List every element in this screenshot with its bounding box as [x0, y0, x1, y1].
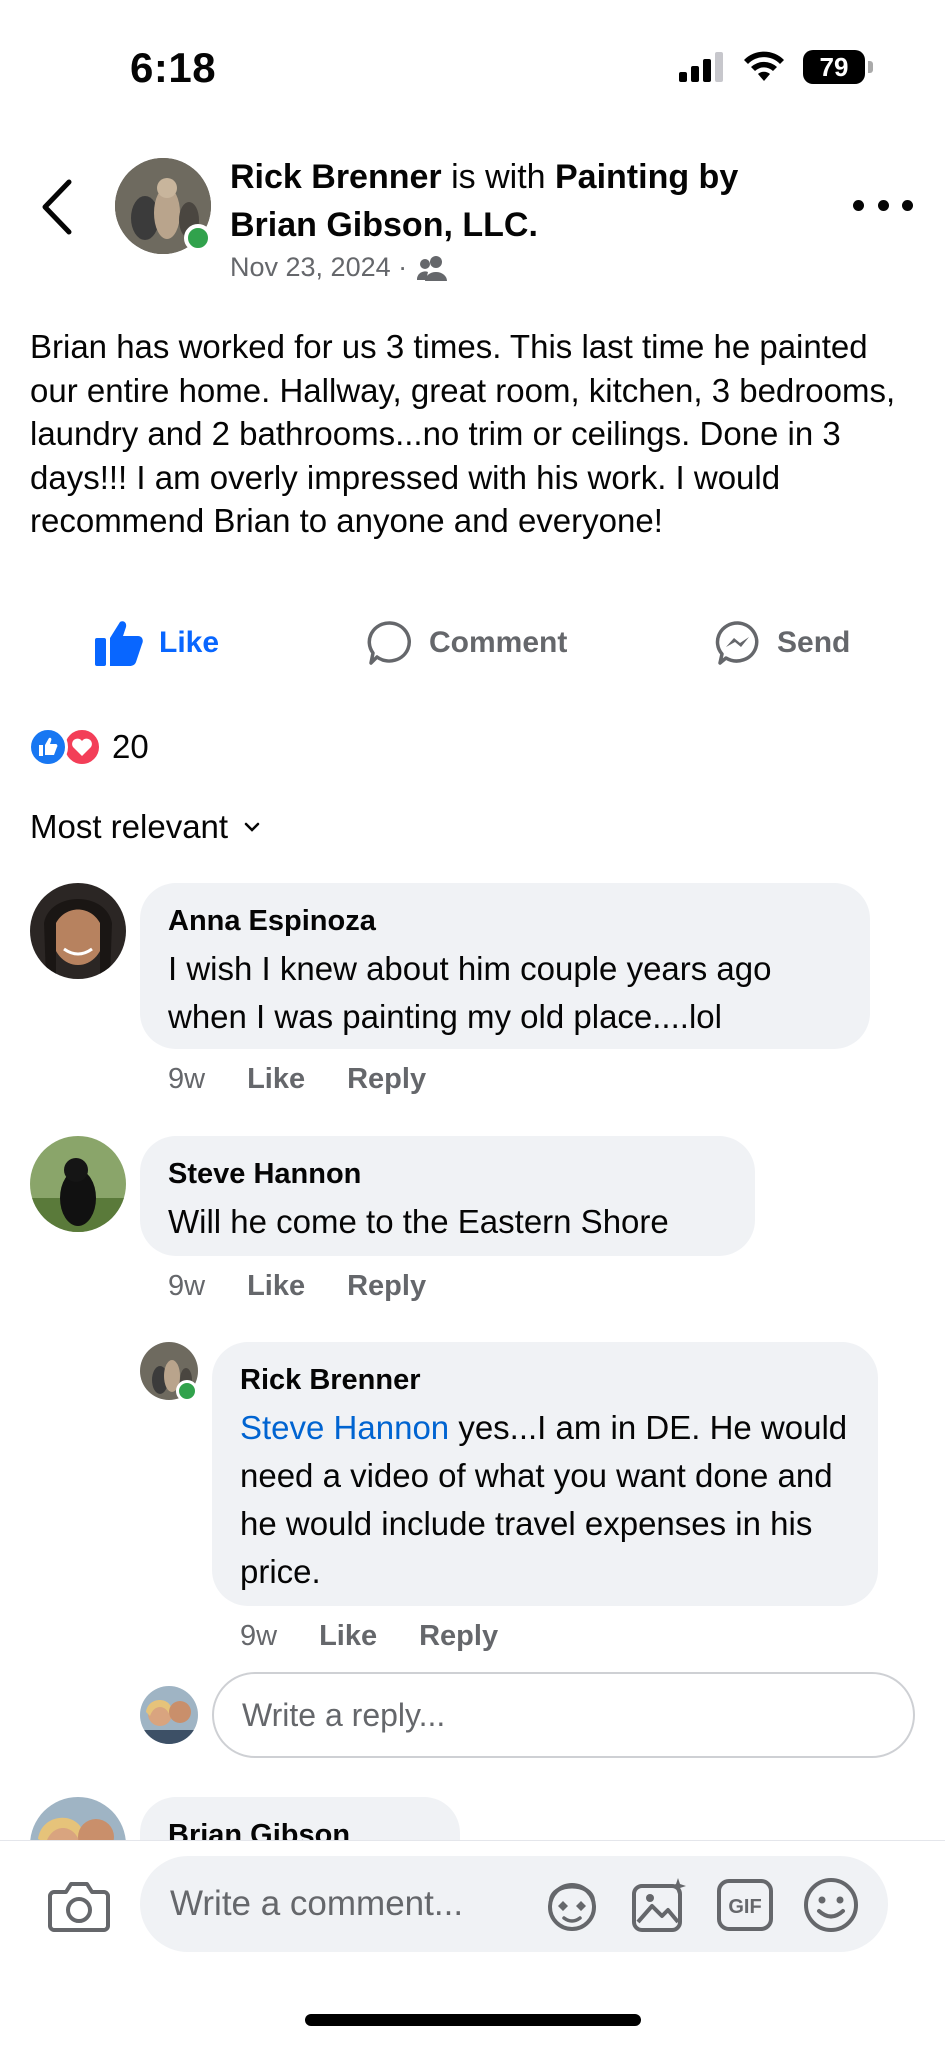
current-user-avatar	[140, 1686, 198, 1744]
comment-bubble-icon	[367, 621, 411, 665]
camera-icon	[48, 1882, 110, 1932]
thumbs-up-icon	[95, 621, 143, 666]
comment-bubble: Anna Espinoza I wish I knew about him co…	[140, 883, 870, 1049]
like-reaction-icon	[28, 727, 68, 767]
more-options-button[interactable]	[853, 190, 913, 220]
more-dot-icon	[853, 199, 864, 211]
svg-text:GIF: GIF	[728, 1896, 761, 1918]
send-button[interactable]: Send	[715, 620, 850, 666]
messenger-icon	[715, 621, 759, 665]
comment-author[interactable]: Anna Espinoza	[168, 903, 842, 939]
emoji-button[interactable]	[802, 1876, 860, 1934]
chevron-left-icon	[42, 179, 72, 235]
comment-button[interactable]: Comment	[367, 620, 567, 666]
post-meta: Nov 23, 2024 ·	[230, 252, 448, 283]
comment-time[interactable]: 9w	[168, 1063, 205, 1096]
smiley-icon	[804, 1878, 858, 1932]
reply-time[interactable]: 9w	[240, 1620, 277, 1653]
reaction-summary[interactable]: 20	[28, 727, 149, 767]
battery-indicator: 79	[803, 50, 873, 84]
reply-actions: 9w Like Reply	[240, 1620, 498, 1653]
post-body: Brian has worked for us 3 times. This la…	[30, 328, 896, 539]
mention-link[interactable]: Steve Hannon	[240, 1409, 449, 1446]
profile-photo	[30, 883, 126, 979]
gif-icon: GIF	[717, 1879, 773, 1931]
reply-bubble: Rick Brenner Steve Hannon yes...I am in …	[212, 1342, 878, 1606]
post-title: Rick Brenner is with Painting by Brian G…	[230, 153, 830, 249]
profile-photo	[140, 1686, 198, 1744]
sort-label: Most relevant	[30, 808, 229, 845]
comment-actions: 9w Like Reply	[168, 1063, 426, 1096]
comment-like-button[interactable]: Like	[247, 1063, 305, 1096]
online-status-dot	[176, 1380, 198, 1402]
like-button[interactable]: Like	[95, 620, 219, 666]
reply-reply-button[interactable]: Reply	[419, 1620, 498, 1653]
comment-sort-dropdown[interactable]: Most relevant	[30, 808, 260, 846]
home-indicator[interactable]	[305, 2014, 641, 2026]
gif-button[interactable]: GIF	[716, 1876, 774, 1934]
reply-like-button[interactable]: Like	[319, 1620, 377, 1653]
online-status-dot	[184, 224, 212, 252]
camera-button[interactable]	[48, 1878, 110, 1934]
post-author-name[interactable]: Rick Brenner	[230, 158, 442, 196]
status-icons: 79	[679, 50, 873, 84]
chevron-down-icon	[244, 822, 260, 832]
comment-bubble: Steve Hannon Will he come to the Eastern…	[140, 1136, 755, 1256]
comment-reply-button[interactable]: Reply	[347, 1270, 426, 1303]
commenter-avatar[interactable]	[30, 883, 126, 979]
reaction-count: 20	[112, 728, 149, 765]
send-label: Send	[777, 626, 851, 659]
avatar-sticker-button[interactable]	[543, 1876, 601, 1934]
post-date[interactable]: Nov 23, 2024 ·	[230, 252, 407, 283]
comment-time[interactable]: 9w	[168, 1270, 205, 1303]
reply-text: Steve Hannon yes...I am in DE. He would …	[240, 1404, 850, 1596]
photo-button[interactable]	[630, 1876, 688, 1934]
reply-input[interactable]: Write a reply...	[212, 1672, 915, 1758]
photo-sparkle-icon	[632, 1878, 686, 1932]
avatar-sticker-icon	[548, 1883, 596, 1931]
like-label: Like	[159, 626, 220, 659]
cellular-signal-icon	[679, 52, 723, 82]
wifi-icon	[744, 51, 784, 81]
more-dot-icon	[877, 199, 889, 211]
comment-text: I wish I knew about him couple years ago…	[168, 950, 772, 1035]
friends-audience-icon	[417, 255, 448, 281]
commenter-avatar[interactable]	[30, 1136, 126, 1232]
comment-label: Comment	[429, 626, 568, 659]
comment-actions: 9w Like Reply	[168, 1270, 426, 1303]
comment-reply-button[interactable]: Reply	[347, 1063, 426, 1096]
status-time: 6:18	[130, 44, 217, 91]
comment-author[interactable]: Steve Hannon	[168, 1156, 727, 1192]
comment-like-button[interactable]: Like	[247, 1270, 305, 1303]
comment-text: Will he come to the Eastern Shore	[168, 1203, 669, 1240]
reply-author[interactable]: Rick Brenner	[240, 1362, 850, 1398]
comment-input[interactable]: Write a comment...	[140, 1856, 888, 1952]
more-dot-icon	[902, 199, 913, 211]
back-button[interactable]	[30, 172, 82, 242]
post-connector: is with	[441, 158, 555, 196]
love-reaction-icon	[62, 727, 102, 767]
profile-photo	[30, 1136, 126, 1232]
